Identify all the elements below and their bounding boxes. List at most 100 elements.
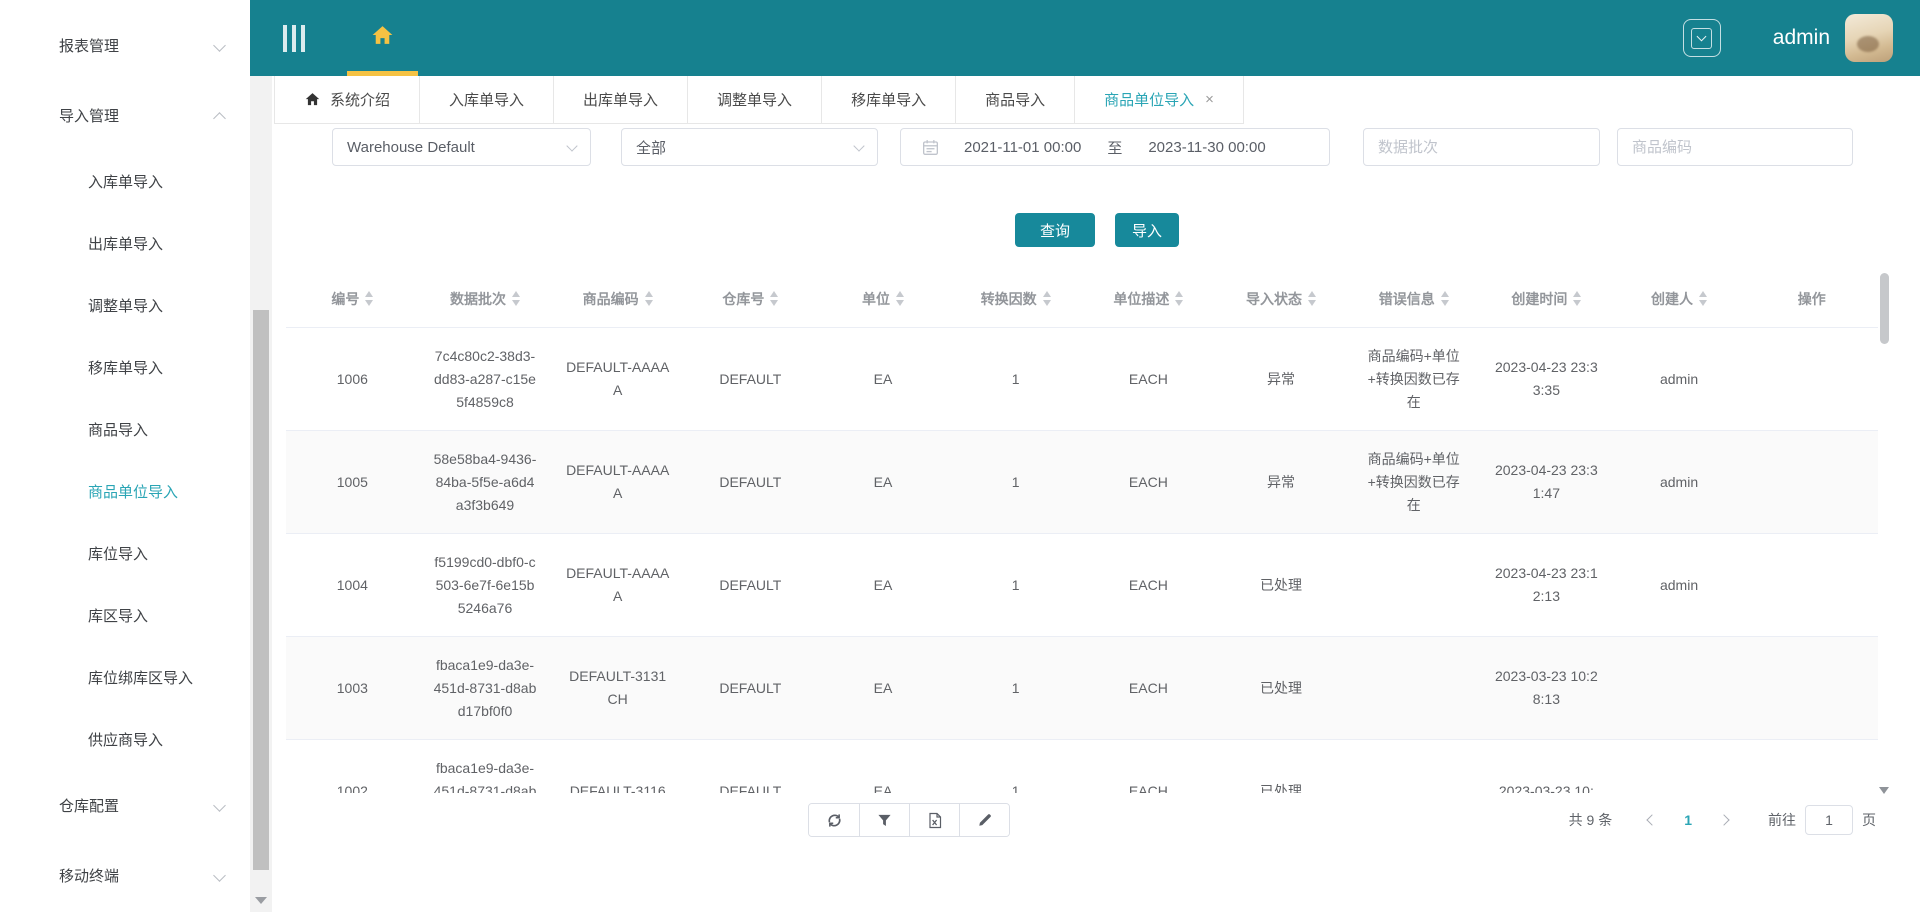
scroll-down-arrow-icon[interactable] bbox=[1879, 787, 1889, 794]
cell-import-status: 异常 bbox=[1267, 473, 1296, 490]
sidebar-item[interactable]: 供应商导入 bbox=[0, 708, 250, 770]
page-tab[interactable]: 移库单导入 × bbox=[822, 76, 957, 124]
sidebar-item[interactable]: 库位绑库区导入 bbox=[0, 646, 250, 708]
cell-id: 1002 bbox=[336, 782, 368, 794]
sidebar-item[interactable]: 入库单导入 bbox=[0, 150, 250, 212]
column-header[interactable]: 创建人 bbox=[1613, 289, 1746, 309]
sidebar-item[interactable]: 商品导入 bbox=[0, 398, 250, 460]
export-excel-button[interactable] bbox=[909, 804, 959, 836]
date-start-value[interactable]: 2021-11-01 00:00 bbox=[964, 139, 1081, 156]
sort-carets-icon[interactable] bbox=[644, 291, 653, 306]
tab-label: 入库单导入 bbox=[449, 92, 525, 109]
chevron-icon bbox=[213, 798, 226, 812]
sort-carets-icon[interactable] bbox=[365, 291, 374, 306]
refresh-button[interactable] bbox=[809, 804, 859, 836]
column-header-label: 创建时间 bbox=[1511, 290, 1568, 307]
column-header[interactable]: 错误信息 bbox=[1347, 289, 1480, 309]
column-header[interactable]: 导入状态 bbox=[1215, 289, 1348, 309]
sort-carets-icon[interactable] bbox=[1699, 291, 1708, 306]
page-tab[interactable]: 系统介绍 × bbox=[274, 76, 421, 124]
page-tab[interactable]: 入库单导入 × bbox=[420, 76, 555, 124]
sidebar-item[interactable]: 出库单导入 bbox=[0, 212, 250, 274]
close-icon[interactable]: × bbox=[1205, 91, 1214, 108]
sort-carets-icon[interactable] bbox=[1573, 291, 1582, 306]
status-select-value: 全部 bbox=[636, 139, 667, 157]
cell-batch: fbaca1e9-da3e-451d-8731-d8abd17bf0f0 bbox=[433, 759, 537, 794]
column-header[interactable]: 单位描述 bbox=[1082, 289, 1215, 309]
sort-carets-icon[interactable] bbox=[1175, 291, 1184, 306]
cell-conversion-factor: 1 bbox=[1011, 370, 1020, 387]
sidebar-item-label: 供应商导入 bbox=[88, 731, 164, 749]
sidebar-item[interactable]: 移库单导入 bbox=[0, 336, 250, 398]
column-header[interactable]: 操作 bbox=[1745, 289, 1878, 309]
edit-button[interactable] bbox=[959, 804, 1009, 836]
sort-carets-icon[interactable] bbox=[1440, 291, 1449, 306]
sidebar-scrollbar-thumb[interactable] bbox=[253, 310, 269, 870]
column-header[interactable]: 创建时间 bbox=[1480, 289, 1613, 309]
page-tab[interactable]: 商品单位导入 × bbox=[1075, 76, 1244, 124]
tab-label: 移库单导入 bbox=[851, 92, 927, 109]
sort-carets-icon[interactable] bbox=[1308, 291, 1317, 306]
chevron-icon bbox=[213, 38, 226, 52]
user-area: admin bbox=[1682, 14, 1893, 62]
batch-input[interactable] bbox=[1363, 128, 1600, 166]
action-buttons: 查询 导入 bbox=[274, 213, 1920, 247]
sidebar: 报表管理 导入管理 入库单导入 出库单导入 调整单导入 移库单导入 商品导入 商… bbox=[0, 0, 250, 912]
page-tab[interactable]: 出库单导入 × bbox=[554, 76, 689, 124]
import-button[interactable]: 导入 bbox=[1115, 213, 1180, 247]
next-page-button[interactable] bbox=[1706, 814, 1742, 826]
column-header[interactable]: 数据批次 bbox=[419, 289, 552, 309]
column-header-label: 转换因数 bbox=[980, 290, 1037, 307]
sort-carets-icon[interactable] bbox=[770, 291, 779, 306]
cell-conversion-factor: 1 bbox=[1011, 576, 1020, 593]
cell-error-message: 商品编码+单位+转换因数已存在 bbox=[1367, 450, 1460, 513]
date-end-value[interactable]: 2023-11-30 00:00 bbox=[1148, 139, 1265, 156]
pagination: 共 9 条 1 前往 页 bbox=[1569, 803, 1878, 837]
page-tab[interactable]: 调整单导入 × bbox=[688, 76, 823, 124]
column-header[interactable]: 商品编码 bbox=[551, 289, 684, 309]
column-header-label: 单位 bbox=[862, 290, 891, 307]
sort-carets-icon[interactable] bbox=[896, 291, 905, 306]
main-content: Warehouse Default 全部 2021-11-01 00:00 至 … bbox=[274, 124, 1920, 912]
avatar[interactable] bbox=[1845, 14, 1893, 62]
table-scrollbar[interactable] bbox=[1878, 270, 1891, 796]
cell-creator: admin bbox=[1659, 576, 1699, 593]
prev-page-button[interactable] bbox=[1634, 814, 1670, 826]
home-nav-item[interactable] bbox=[347, 0, 418, 76]
cell-unit: EA bbox=[873, 473, 893, 490]
cell-created-time: 2023-03-23 10:28:13 bbox=[1494, 668, 1598, 707]
query-button[interactable]: 查询 bbox=[1014, 213, 1095, 247]
sidebar-item[interactable]: 库位导入 bbox=[0, 522, 250, 584]
column-header[interactable]: 编号 bbox=[286, 289, 419, 309]
sidebar-scrollbar[interactable] bbox=[250, 76, 272, 912]
sidebar-item[interactable]: 仓库配置 bbox=[0, 770, 250, 840]
column-header[interactable]: 仓库号 bbox=[684, 289, 817, 309]
current-page-button[interactable]: 1 bbox=[1670, 812, 1706, 828]
warehouse-select[interactable]: Warehouse Default bbox=[332, 128, 591, 166]
product-code-input[interactable] bbox=[1617, 128, 1853, 166]
filter-button[interactable] bbox=[859, 804, 909, 836]
sidebar-item[interactable]: 调整单导入 bbox=[0, 274, 250, 336]
status-select[interactable]: 全部 bbox=[621, 128, 878, 166]
sort-carets-icon[interactable] bbox=[1042, 291, 1051, 306]
cell-conversion-factor: 1 bbox=[1011, 473, 1020, 490]
sidebar-item[interactable]: 库区导入 bbox=[0, 584, 250, 646]
sidebar-item[interactable]: 商品单位导入 bbox=[0, 460, 250, 522]
tab-label: 商品导入 bbox=[985, 92, 1046, 109]
sidebar-item[interactable]: 移动终端 bbox=[0, 840, 250, 910]
collapse-menu-button[interactable] bbox=[283, 24, 305, 52]
goto-page-input[interactable] bbox=[1805, 805, 1853, 835]
page-tab[interactable]: 商品导入 × bbox=[956, 76, 1076, 124]
total-count-label: 共 9 条 bbox=[1568, 812, 1613, 828]
warehouse-select-value: Warehouse Default bbox=[347, 138, 475, 156]
date-range-picker[interactable]: 2021-11-01 00:00 至 2023-11-30 00:00 bbox=[900, 128, 1330, 166]
scroll-down-arrow-icon[interactable] bbox=[255, 897, 267, 904]
table-scrollbar-thumb[interactable] bbox=[1880, 273, 1889, 344]
header-dropdown-button[interactable] bbox=[1682, 19, 1721, 57]
sort-carets-icon[interactable] bbox=[512, 291, 520, 306]
column-header[interactable]: 转换因数 bbox=[949, 289, 1082, 309]
sidebar-item[interactable]: 导入管理 bbox=[0, 80, 250, 150]
sidebar-item[interactable]: 报表管理 bbox=[0, 10, 250, 80]
column-header[interactable]: 单位 bbox=[817, 289, 950, 309]
cell-conversion-factor: 1 bbox=[1011, 679, 1020, 696]
